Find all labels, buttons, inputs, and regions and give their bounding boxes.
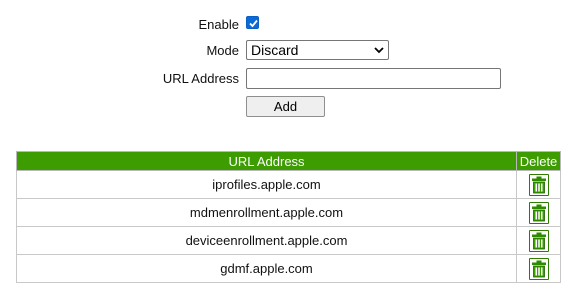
- url-column-header: URL Address: [16, 151, 517, 171]
- url-row: URL Address: [0, 68, 578, 90]
- delete-button[interactable]: [528, 173, 549, 196]
- url-cell: gdmf.apple.com: [16, 254, 517, 283]
- url-table: URL Address Delete iprofiles.apple.com m…: [16, 151, 561, 283]
- mode-selected-value: Discard: [251, 42, 299, 58]
- mode-row: Mode Discard: [0, 40, 578, 62]
- trash-icon: [531, 232, 546, 249]
- table-row: mdmenrollment.apple.com: [16, 198, 561, 227]
- delete-button[interactable]: [528, 229, 549, 252]
- check-icon: [249, 19, 258, 28]
- mode-select[interactable]: Discard: [246, 40, 389, 60]
- table-header-row: URL Address Delete: [16, 151, 561, 171]
- trash-icon: [531, 176, 546, 193]
- delete-cell: [516, 198, 561, 227]
- table-row: iprofiles.apple.com: [16, 170, 561, 199]
- delete-cell: [516, 226, 561, 255]
- enable-label: Enable: [198, 17, 239, 32]
- table-row: deviceenrollment.apple.com: [16, 226, 561, 255]
- enable-checkbox[interactable]: [246, 16, 259, 29]
- delete-cell: [516, 170, 561, 199]
- add-button[interactable]: Add: [246, 96, 325, 117]
- url-input[interactable]: [246, 68, 501, 89]
- delete-column-header: Delete: [516, 151, 561, 171]
- delete-button[interactable]: [528, 257, 549, 280]
- url-label: URL Address: [162, 71, 239, 86]
- enable-row: Enable: [0, 14, 578, 36]
- delete-button[interactable]: [528, 201, 549, 224]
- add-row: Add: [0, 96, 578, 118]
- trash-icon: [531, 204, 546, 221]
- chevron-down-icon: [374, 47, 384, 54]
- mode-label: Mode: [206, 43, 239, 58]
- table-row: gdmf.apple.com: [16, 254, 561, 283]
- url-cell: iprofiles.apple.com: [16, 170, 517, 199]
- trash-icon: [531, 260, 546, 277]
- url-cell: mdmenrollment.apple.com: [16, 198, 517, 227]
- delete-cell: [516, 254, 561, 283]
- url-cell: deviceenrollment.apple.com: [16, 226, 517, 255]
